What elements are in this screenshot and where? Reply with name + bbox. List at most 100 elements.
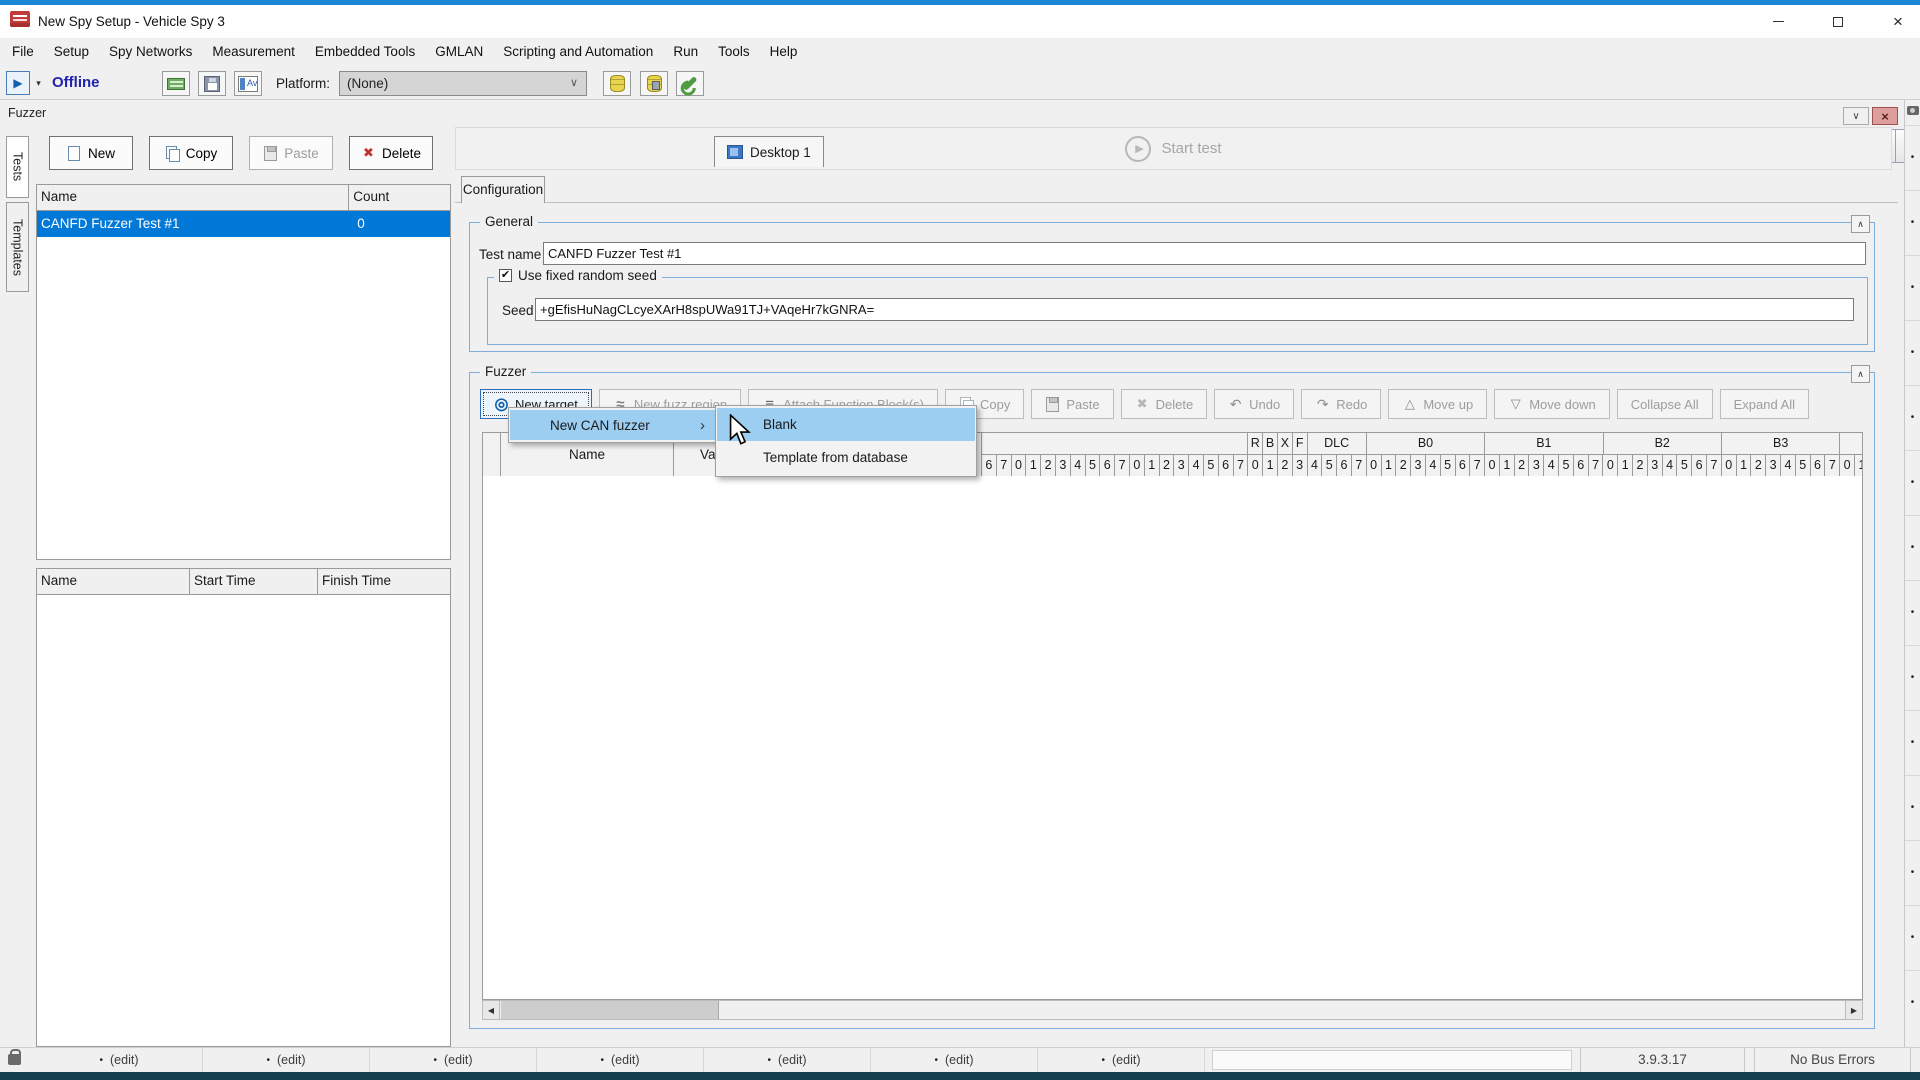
delete-button[interactable]: Delete <box>1121 389 1208 419</box>
column-header-start-time[interactable]: Start Time <box>190 569 318 594</box>
edit-segment[interactable]: • (edit) <box>36 1048 203 1072</box>
tools-menu-item[interactable]: Tools <box>708 38 760 66</box>
chevron-down-icon: ∨ <box>570 72 578 95</box>
minimize-button[interactable] <box>1756 5 1800 38</box>
camera-icon[interactable] <box>1907 106 1919 115</box>
general-collapse-button[interactable]: ∧ <box>1851 215 1870 233</box>
copy-button[interactable]: Copy <box>149 136 233 170</box>
test-name-input[interactable] <box>543 242 1866 265</box>
config-panel-border <box>455 202 1898 203</box>
scrollbar-thumb[interactable] <box>501 1001 719 1019</box>
undo-icon <box>1228 397 1243 412</box>
move-down-button[interactable]: Move down <box>1494 389 1609 419</box>
collapse-all-button[interactable]: Collapse All <box>1617 389 1713 419</box>
button-label: Move down <box>1529 397 1595 412</box>
messages-view-button[interactable] <box>234 71 262 96</box>
tab-tests[interactable]: Tests <box>6 136 29 198</box>
spy-networks-menu-item[interactable]: Spy Networks <box>99 38 202 66</box>
start-test-play-icon: ▶ <box>1125 136 1151 162</box>
bit-header-cell: 5 <box>1441 455 1456 476</box>
bullet-icon: • <box>434 1055 438 1066</box>
bit-header-cell: 3 <box>1411 455 1426 476</box>
dock-item[interactable]: • <box>1905 580 1920 645</box>
bullet-icon: • <box>1102 1055 1106 1066</box>
platform-select[interactable]: (None) ∨ <box>339 71 587 96</box>
panel-close-button[interactable]: × <box>1872 107 1898 125</box>
bit-header-cell: 6 <box>1337 455 1352 476</box>
fuzzer-collapse-button[interactable]: ∧ <box>1851 365 1870 383</box>
dock-item[interactable]: • <box>1905 125 1920 190</box>
help-menu-item[interactable]: Help <box>760 38 808 66</box>
save-button[interactable] <box>198 71 226 96</box>
hardware-button[interactable] <box>162 71 190 96</box>
table-row[interactable]: CANFD Fuzzer Test #1 0 <box>37 211 450 237</box>
test-toolbar: New Copy Paste Delete <box>49 136 433 170</box>
embedded-tools-menu-item[interactable]: Embedded Tools <box>305 38 425 66</box>
menu-item-new-can-fuzzer[interactable]: New CAN fuzzer › <box>510 410 715 440</box>
edit-segment[interactable]: • (edit) <box>370 1048 537 1072</box>
dock-item[interactable]: • <box>1905 970 1920 1035</box>
maximize-button[interactable] <box>1816 5 1860 38</box>
measurement-menu-item[interactable]: Measurement <box>202 38 305 66</box>
use-fixed-seed-checkbox[interactable]: ✔ <box>499 269 512 282</box>
run-menu-item[interactable]: Run <box>663 38 708 66</box>
byte-group-header: B2 <box>1604 433 1722 455</box>
column-header-name[interactable]: Name <box>37 569 190 594</box>
panel-collapse-button[interactable]: ∨ <box>1843 107 1869 125</box>
dock-item[interactable]: • <box>1905 320 1920 385</box>
dock-item[interactable]: • <box>1905 710 1920 775</box>
redo-button[interactable]: Redo <box>1301 389 1381 419</box>
bullet-icon: • <box>267 1055 271 1066</box>
titlebar[interactable]: New Spy Setup - Vehicle Spy 3 × <box>0 5 1920 38</box>
edit-segment[interactable]: • (edit) <box>537 1048 704 1072</box>
dock-item[interactable]: • <box>1905 775 1920 840</box>
paste-button[interactable]: Paste <box>249 136 333 170</box>
move-up-button[interactable]: Move up <box>1388 389 1487 419</box>
close-button[interactable]: × <box>1876 5 1920 38</box>
column-header-count[interactable]: Count <box>349 185 450 210</box>
start-test-button[interactable]: ▶ Start test <box>455 127 1892 170</box>
scroll-left-button[interactable]: ◀ <box>483 1001 500 1019</box>
file-menu-item[interactable]: File <box>2 38 44 66</box>
byte-group-header: X <box>1278 433 1293 455</box>
tab-configuration[interactable]: Configuration <box>461 176 545 203</box>
horizontal-scrollbar[interactable]: ◀ ▶ <box>482 1000 1863 1020</box>
dock-item[interactable]: • <box>1905 190 1920 255</box>
dock-item[interactable]: • <box>1905 840 1920 905</box>
dock-item[interactable]: • <box>1905 645 1920 710</box>
edit-segment[interactable]: • (edit) <box>1038 1048 1205 1072</box>
dock-dot-icon: • <box>1911 997 1915 1008</box>
setup-tools-button[interactable] <box>676 71 704 96</box>
expand-all-button[interactable]: Expand All <box>1720 389 1809 419</box>
delete-button[interactable]: Delete <box>349 136 433 170</box>
dock-item[interactable]: • <box>1905 450 1920 515</box>
setup-menu-item[interactable]: Setup <box>44 38 99 66</box>
scripting-and-automation-menu-item[interactable]: Scripting and Automation <box>493 38 663 66</box>
bit-header-cell: 4 <box>1426 455 1441 476</box>
undo-button[interactable]: Undo <box>1214 389 1294 419</box>
scroll-right-button[interactable]: ▶ <box>1845 1001 1862 1019</box>
new-button[interactable]: New <box>49 136 133 170</box>
fuzzer-grid-body[interactable] <box>482 476 1863 1000</box>
database-export-button[interactable] <box>640 71 668 96</box>
database-button[interactable] <box>603 71 631 96</box>
column-header-name[interactable]: Name <box>37 185 349 210</box>
dock-item[interactable]: • <box>1905 905 1920 970</box>
tab-templates[interactable]: Templates <box>6 202 29 292</box>
edit-segment[interactable]: • (edit) <box>704 1048 871 1072</box>
run-button[interactable]: ▶ <box>6 71 30 95</box>
bit-header-cell: 2 <box>1160 455 1175 476</box>
paste-button[interactable]: Paste <box>1031 389 1113 419</box>
edit-segment[interactable]: • (edit) <box>203 1048 370 1072</box>
edit-segment[interactable]: • (edit) <box>871 1048 1038 1072</box>
dock-item[interactable]: • <box>1905 385 1920 450</box>
column-header-finish-time[interactable]: Finish Time <box>318 569 450 594</box>
tests-table: Name Count CANFD Fuzzer Test #1 0 <box>36 184 451 560</box>
menu-bar: FileSetupSpy NetworksMeasurementEmbedded… <box>0 38 1920 66</box>
seed-input[interactable] <box>535 298 1854 321</box>
dock-item[interactable]: • <box>1905 515 1920 580</box>
desktop-tab[interactable]: Desktop 1 <box>714 136 824 167</box>
run-options-caret[interactable]: ▾ <box>31 71 46 95</box>
gmlan-menu-item[interactable]: GMLAN <box>425 38 493 66</box>
dock-item[interactable]: • <box>1905 255 1920 320</box>
